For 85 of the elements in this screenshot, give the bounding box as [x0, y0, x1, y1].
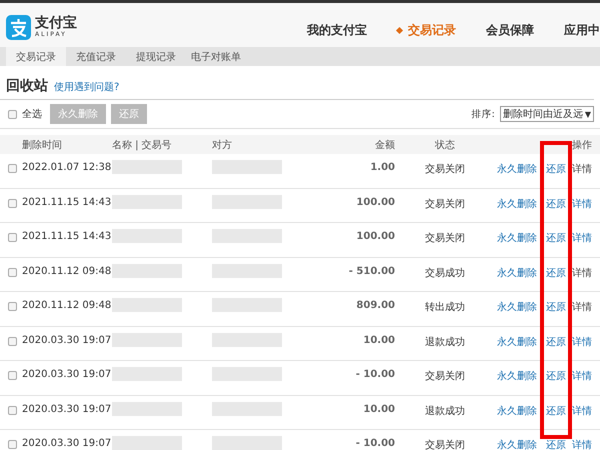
table-cell: - 10.00	[356, 369, 395, 380]
table-cell: 交易成功	[425, 268, 465, 278]
detail-link[interactable]: 详情	[572, 268, 592, 278]
restore-link[interactable]: 还原	[546, 302, 566, 313]
restore-link[interactable]: 还原	[546, 440, 566, 450]
table-cell: 2020.11.12 09:48	[22, 266, 112, 276]
restore-link[interactable]: 还原	[546, 164, 566, 175]
table-cell: 交易关闭	[425, 440, 465, 450]
table-cell: 2022.01.07 12:38	[22, 162, 112, 173]
delete-link[interactable]: 永久删除	[497, 300, 537, 314]
table-cell: 2020.03.30 19:07	[22, 404, 112, 414]
subnav-tab[interactable]: 提现记录	[126, 47, 186, 66]
subnav-tab[interactable]: 充值记录	[66, 47, 126, 66]
column-header: 对方	[212, 138, 233, 152]
restore-link[interactable]: 还原	[546, 268, 566, 278]
restore-link[interactable]: 还原	[546, 198, 566, 210]
table-cell: - 10.00	[356, 438, 395, 449]
detail-link[interactable]: 详情	[572, 371, 592, 382]
row-checkbox[interactable]	[8, 406, 17, 414]
column-header: 状态	[435, 140, 455, 150]
table-cell: 交易关闭	[425, 198, 465, 210]
table-cell: 交易关闭	[425, 371, 465, 382]
restore-link[interactable]: 还原	[546, 406, 566, 416]
logo-text: 支付宝	[35, 16, 77, 30]
table-cell: - 510.00	[348, 266, 395, 276]
row-checkbox[interactable]	[8, 164, 17, 173]
detail-link[interactable]: 详情	[572, 440, 592, 450]
help-link[interactable]: 使用遇到问题?	[54, 80, 120, 94]
subnav-tab[interactable]: 电子对账单	[186, 47, 246, 66]
table-cell: 10.00	[363, 334, 395, 346]
row-checkbox[interactable]	[8, 336, 17, 346]
table-cell: 交易关闭	[425, 233, 465, 244]
nav-tab[interactable]: 应用中	[534, 22, 600, 39]
row-checkbox[interactable]	[8, 233, 17, 242]
table-cell: 2020.03.30 19:07	[22, 438, 112, 449]
detail-link[interactable]: 详情	[572, 233, 592, 244]
table-cell: 2021.11.15 14:43	[22, 196, 112, 208]
column-header: 删除时间	[22, 138, 63, 152]
table-cell: 2021.11.15 14:43	[22, 231, 112, 242]
delete-link[interactable]: 永久删除	[497, 266, 537, 280]
select-all-label: 全选	[22, 108, 42, 121]
nav-tab[interactable]: 交易记录	[367, 22, 456, 39]
table-cell: 100.00	[356, 196, 395, 208]
detail-link[interactable]: 详情	[572, 336, 592, 348]
delete-link[interactable]: 永久删除	[497, 334, 537, 348]
table-cell: 转出成功	[425, 302, 465, 313]
row-checkbox[interactable]	[8, 440, 17, 449]
detail-link[interactable]: 详情	[572, 198, 592, 210]
detail-link[interactable]: 详情	[572, 406, 592, 416]
table-cell: 809.00	[356, 300, 395, 311]
row-checkbox[interactable]	[8, 198, 17, 208]
page-title: 回收站	[6, 77, 48, 95]
delete-link[interactable]: 永久删除	[497, 231, 537, 245]
restore-link[interactable]: 还原	[546, 233, 566, 244]
table-cell: 2020.03.30 19:07	[22, 334, 112, 346]
table-cell: 退款成功	[425, 406, 465, 416]
nav-tab[interactable]: 我的支付宝	[277, 22, 367, 39]
select-all-checkbox[interactable]	[8, 110, 17, 118]
subnav-tab[interactable]: 交易记录	[6, 47, 66, 66]
sort-dropdown[interactable]: 删除时间由近及远 ▼	[500, 106, 594, 122]
delete-link[interactable]: 永久删除	[497, 438, 537, 450]
detail-link[interactable]: 详情	[572, 164, 592, 175]
delete-link[interactable]: 永久删除	[497, 369, 537, 383]
table-cell: 10.00	[363, 404, 395, 414]
sort-label: 排序:	[472, 108, 495, 120]
column-header: 操作	[572, 138, 593, 152]
table-cell: 退款成功	[425, 336, 465, 348]
column-header: 名称 | 交易号	[112, 138, 173, 152]
detail-link[interactable]: 详情	[572, 302, 592, 313]
logo-icon	[6, 14, 31, 40]
row-checkbox[interactable]	[8, 371, 17, 380]
table-cell: 2020.11.12 09:48	[22, 300, 112, 311]
delete-link[interactable]: 永久删除	[497, 404, 537, 418]
restore-link[interactable]: 还原	[546, 336, 566, 348]
column-header: 金额	[375, 138, 395, 152]
nav-tab[interactable]: 会员保障	[456, 22, 534, 39]
row-checkbox[interactable]	[8, 268, 17, 276]
table-cell: 100.00	[356, 231, 395, 242]
table-cell: 交易关闭	[425, 164, 465, 175]
delete-link[interactable]: 永久删除	[497, 196, 537, 210]
table-cell: 2020.03.30 19:07	[22, 369, 112, 380]
table-cell: 1.00	[370, 162, 395, 173]
delete-link[interactable]: 永久删除	[497, 162, 537, 176]
row-checkbox[interactable]	[8, 302, 17, 311]
restore-link[interactable]: 还原	[546, 371, 566, 382]
